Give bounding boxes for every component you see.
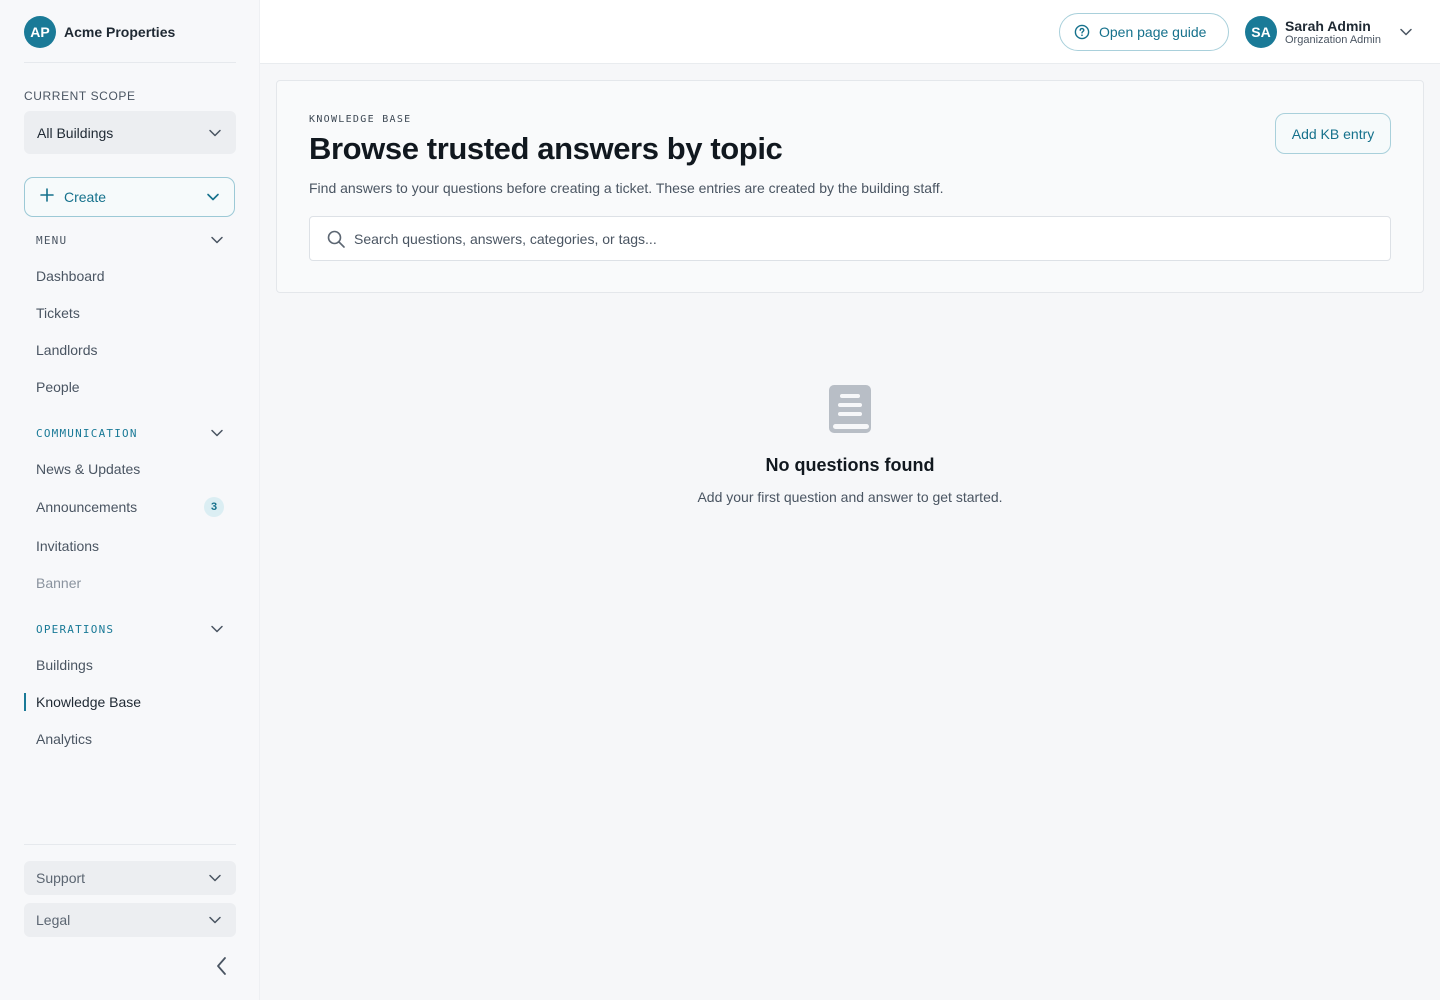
chevron-down-icon (210, 233, 224, 247)
empty-state-title: No questions found (765, 455, 935, 475)
user-role: Organization Admin (1285, 33, 1381, 46)
chevron-down-icon (1399, 25, 1413, 39)
collapse-sidebar-button[interactable] (212, 955, 232, 977)
kb-header-card: KNOWLEDGE BASE Browse trusted answers by… (276, 80, 1424, 293)
help-circle-icon (1074, 24, 1090, 40)
sidebar-item-label: Knowledge Base (36, 694, 142, 710)
user-name: Sarah Admin (1285, 17, 1371, 34)
section-title-communication: COMMUNICATION (36, 426, 138, 440)
brand[interactable]: AP Acme Properties (24, 16, 175, 48)
section-toggle-communication[interactable]: COMMUNICATION (36, 423, 224, 443)
sidebar-item-dashboard[interactable]: Dashboard (36, 264, 224, 288)
scope-select-value: All Buildings (37, 124, 114, 141)
section-title-menu: MENU (36, 233, 68, 247)
page-description: Find answers to your questions before cr… (309, 180, 944, 196)
sidebar: AP Acme Properties CURRENT SCOPE All Bui… (0, 0, 260, 1000)
page-eyebrow: KNOWLEDGE BASE (309, 114, 412, 125)
scope-label: CURRENT SCOPE (24, 89, 136, 103)
sidebar-item-label: Tickets (36, 305, 80, 321)
chevron-down-icon (208, 913, 222, 927)
empty-state-description: Add your first question and answer to ge… (697, 489, 1003, 505)
chevron-left-icon (216, 956, 228, 976)
sidebar-item-label: Announcements (36, 499, 138, 515)
divider (24, 62, 236, 63)
user-menu[interactable]: SA Sarah Admin Organization Admin (1245, 16, 1413, 48)
open-page-guide-button[interactable]: Open page guide (1059, 13, 1229, 51)
sidebar-item-label: Invitations (36, 538, 100, 554)
book-icon (827, 384, 873, 439)
support-dropdown[interactable]: Support (24, 861, 236, 895)
section-toggle-menu[interactable]: MENU (36, 230, 224, 250)
support-label: Support (36, 870, 86, 886)
open-page-guide-label: Open page guide (1099, 24, 1207, 40)
chevron-down-icon (206, 190, 220, 204)
legal-label: Legal (36, 912, 71, 928)
sidebar-item-news-updates[interactable]: News & Updates (36, 457, 224, 481)
sidebar-item-label: Buildings (36, 657, 93, 673)
sidebar-item-tickets[interactable]: Tickets (36, 301, 224, 325)
brand-logo: AP (24, 16, 56, 48)
search-input[interactable] (354, 230, 1354, 247)
sidebar-item-buildings[interactable]: Buildings (36, 653, 224, 677)
chevron-down-icon (208, 126, 222, 140)
brand-name: Acme Properties (64, 24, 176, 40)
sidebar-item-label: Landlords (36, 342, 98, 358)
chevron-down-icon (208, 871, 222, 885)
add-kb-entry-button[interactable]: Add KB entry (1275, 113, 1391, 154)
sidebar-item-analytics[interactable]: Analytics (36, 727, 224, 751)
sidebar-item-knowledge-base[interactable]: Knowledge Base (36, 690, 224, 714)
sidebar-item-announcements[interactable]: Announcements 3 (36, 495, 224, 519)
sidebar-item-landlords[interactable]: Landlords (36, 338, 224, 362)
chevron-down-icon (210, 622, 224, 636)
chevron-down-icon (210, 426, 224, 440)
sidebar-item-banner[interactable]: Banner (36, 571, 224, 595)
active-indicator (24, 693, 26, 711)
sidebar-item-label: News & Updates (36, 461, 141, 477)
sidebar-item-label: People (36, 379, 80, 395)
topbar: Open page guide SA Sarah Admin Organizat… (260, 0, 1440, 64)
search-icon (326, 229, 346, 249)
scope-select[interactable]: All Buildings (24, 111, 236, 154)
sidebar-item-invitations[interactable]: Invitations (36, 534, 224, 558)
sidebar-item-label: Banner (36, 575, 82, 591)
page-title: Browse trusted answers by topic (309, 131, 783, 166)
divider (24, 844, 236, 845)
section-title-operations: OPERATIONS (36, 622, 115, 636)
avatar: SA (1245, 16, 1277, 48)
create-button-label: Create (64, 189, 107, 205)
create-button[interactable]: Create (24, 177, 235, 217)
legal-dropdown[interactable]: Legal (24, 903, 236, 937)
sidebar-item-people[interactable]: People (36, 375, 224, 399)
sidebar-item-label: Dashboard (36, 268, 105, 284)
search-box[interactable] (309, 216, 1391, 261)
count-badge: 3 (204, 497, 224, 517)
section-toggle-operations[interactable]: OPERATIONS (36, 619, 224, 639)
plus-icon (40, 186, 54, 206)
sidebar-item-label: Analytics (36, 731, 93, 747)
